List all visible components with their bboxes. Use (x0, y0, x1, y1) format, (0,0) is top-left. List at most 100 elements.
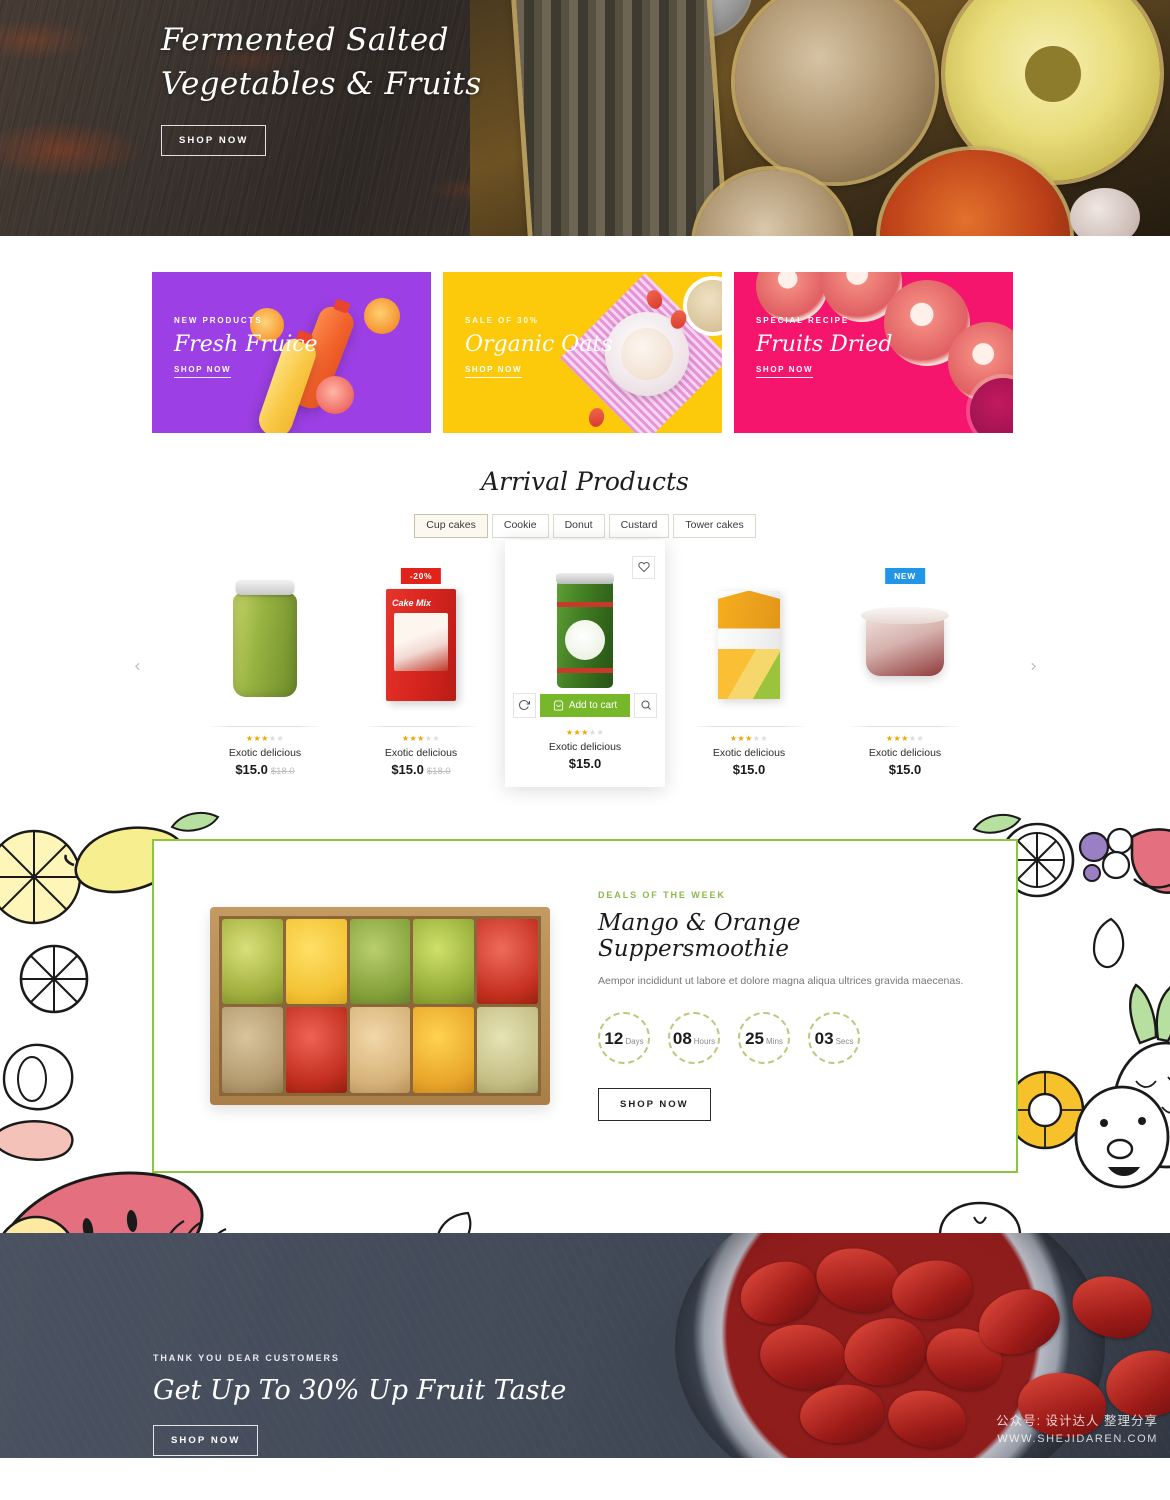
product-list: ★★★★★ Exotic delicious $15.0 $18.0 -20% C… (120, 539, 1050, 787)
bottom-shop-now-button[interactable]: Shop Now (153, 1424, 259, 1456)
promo-shop-now-link[interactable]: Shop Now (174, 365, 232, 378)
hero-banner: Fermented Salted Vegetables & Fruits Sho… (0, 0, 1170, 236)
product-price: $15.0 $18.0 (351, 762, 491, 777)
divider (363, 725, 479, 727)
promo-card-organic-oats[interactable]: Sale of 30% Organic Oats Shop Now (443, 272, 722, 433)
product-filter-tabs: Cup cakes Cookie Donut Custard Tower cak… (0, 514, 1170, 538)
hero-title-line-1: Fermented Salted (161, 22, 449, 58)
product-image (679, 570, 819, 720)
product-image (195, 570, 335, 720)
page-title: Arrival Products (481, 467, 689, 496)
hero-title: Fermented Salted Vegetables & Fruits (161, 18, 1170, 106)
countdown-value: 12 (604, 1028, 624, 1048)
product-card[interactable]: ★★★★★ Exotic delicious $15.0 (671, 555, 827, 787)
promo-card-fruits-dried[interactable]: Special Recipe Fruits Dried Shop Now (734, 272, 1013, 433)
search-icon[interactable] (634, 692, 657, 718)
product-price: $15.0 $18.0 (195, 762, 335, 777)
deals-of-the-week-section: Deals of the Week Mango & Orange Suppers… (0, 808, 1170, 1233)
page-root: Fermented Salted Vegetables & Fruits Sho… (0, 0, 1170, 1500)
status-badge: NEW (885, 567, 925, 584)
status-badge: -20% (400, 567, 442, 584)
countdown-hours: 08 Hours (668, 1011, 720, 1064)
countdown-value: 25 (745, 1028, 765, 1048)
tab-cookie[interactable]: Cookie (491, 514, 549, 538)
yogurt-cup-shape (861, 606, 949, 676)
bottom-banner-kicker: Thank You Dear Customers (153, 1352, 340, 1363)
compare-icon[interactable] (513, 692, 536, 718)
countdown-days: 12 Days (598, 1011, 650, 1064)
watermark: 公众号: 设计达人 整理分享 WWW.SHEJIDAREN.COM (996, 1412, 1158, 1447)
deals-shop-now-button[interactable]: Shop Now (598, 1087, 711, 1121)
product-name: Exotic delicious (712, 746, 786, 759)
product-price-current: $15.0 (391, 761, 424, 777)
product-name: Exotic delicious (548, 740, 622, 753)
promo-title: Fruits Dried (756, 332, 893, 357)
product-rating: ★★★★★ (245, 733, 285, 743)
deals-description: Aempor incididunt ut labore et dolore ma… (598, 975, 964, 988)
product-carousel: ★★★★★ Exotic delicious $15.0 $18.0 -20% C… (0, 539, 1170, 787)
half-fruit-doodle (2, 1215, 70, 1233)
add-to-cart-label: Add to cart (568, 699, 618, 711)
product-price-current: $15.0 (732, 761, 766, 777)
countdown-label: Days (625, 1036, 644, 1046)
hero-title-line-2: Vegetables & Fruits (161, 66, 482, 103)
product-price-old: $18.0 (426, 765, 451, 777)
add-to-cart-button[interactable]: Add to cart (539, 693, 631, 717)
product-card[interactable]: -20% Cake Mix ★★★★★ Exotic delicious $15… (343, 555, 499, 787)
bottom-banner-title: Get Up To 30% Up Fruit Taste (153, 1374, 567, 1406)
bottom-promo-banner: Thank You Dear Customers Get Up To 30% U… (0, 1232, 1170, 1458)
divider (847, 725, 963, 727)
product-rating: ★★★★★ (401, 733, 441, 743)
promo-kicker: Special Recipe (756, 316, 850, 325)
leaf-sprig-doodle (170, 811, 220, 832)
promo-kicker: Sale of 30% (465, 316, 539, 325)
product-name: Exotic delicious (228, 746, 302, 759)
countdown-label: Secs (835, 1036, 854, 1046)
promo-title: Organic Oats (465, 332, 613, 357)
tab-donut[interactable]: Donut (552, 514, 605, 538)
apple-half-doodle (939, 1201, 1021, 1233)
promo-kicker: New Products (174, 316, 263, 325)
seed-doodle (1092, 917, 1125, 968)
product-price-current: $15.0 (235, 761, 268, 777)
countdown-value: 08 (672, 1028, 692, 1048)
watermark-line-1: 公众号: 设计达人 整理分享 (996, 1414, 1158, 1429)
countdown-mins: 25 Mins (738, 1011, 790, 1064)
watermark-line-2: WWW.SHEJIDAREN.COM (997, 1433, 1158, 1446)
chevron-left-icon[interactable] (124, 654, 150, 680)
tab-custard[interactable]: Custard (608, 514, 670, 538)
watermelon-wedge-doodle (1130, 827, 1170, 894)
deals-content-box: Deals of the Week Mango & Orange Suppers… (152, 838, 1018, 1173)
product-image: Add to cart (513, 554, 657, 718)
cake-mix-box-shape: Cake Mix (386, 588, 456, 701)
product-price-current: $15.0 (888, 761, 922, 777)
hero-shop-now-button[interactable]: Shop Now (161, 125, 267, 157)
deals-kicker: Deals of the Week (598, 890, 726, 901)
deals-title: Mango & Orange Suppersmoothie (598, 910, 801, 963)
product-rating: ★★★★★ (885, 733, 925, 743)
promo-cards-row: New Products Fresh Fruice Shop Now Sale … (0, 236, 1170, 433)
product-rating: ★★★★★ (729, 733, 769, 743)
dog-doodle (1074, 1085, 1170, 1188)
product-card[interactable]: NEW ★★★★★ Exotic delicious $15.0 (827, 555, 983, 787)
product-card-featured[interactable]: Add to cart ★★★★★ Exotic delicious $15.0 (505, 539, 665, 787)
product-price: $15.0 (513, 756, 657, 771)
promo-card-fresh-fruice[interactable]: New Products Fresh Fruice Shop Now (152, 272, 431, 433)
product-card[interactable]: ★★★★★ Exotic delicious $15.0 $18.0 (187, 555, 343, 787)
chevron-right-icon[interactable] (1020, 654, 1046, 680)
tab-tower-cakes[interactable]: Tower cakes (673, 514, 756, 538)
orange-juice-carton-shape (718, 590, 780, 699)
countdown-label: Mins (766, 1036, 783, 1046)
product-price-old: $18.0 (270, 765, 295, 777)
pickle-jar-shape (233, 592, 297, 697)
promo-shop-now-link[interactable]: Shop Now (756, 365, 814, 378)
product-image: -20% Cake Mix (351, 567, 491, 720)
divider (207, 725, 323, 727)
divider (691, 725, 807, 727)
promo-title: Fresh Fruice (174, 332, 318, 357)
promo-shop-now-link[interactable]: Shop Now (465, 365, 523, 378)
countdown-value: 03 (814, 1028, 834, 1048)
deals-text-content: Deals of the Week Mango & Orange Suppers… (598, 890, 982, 1121)
tab-cup-cakes[interactable]: Cup cakes (414, 514, 488, 538)
heart-icon[interactable] (632, 555, 655, 579)
